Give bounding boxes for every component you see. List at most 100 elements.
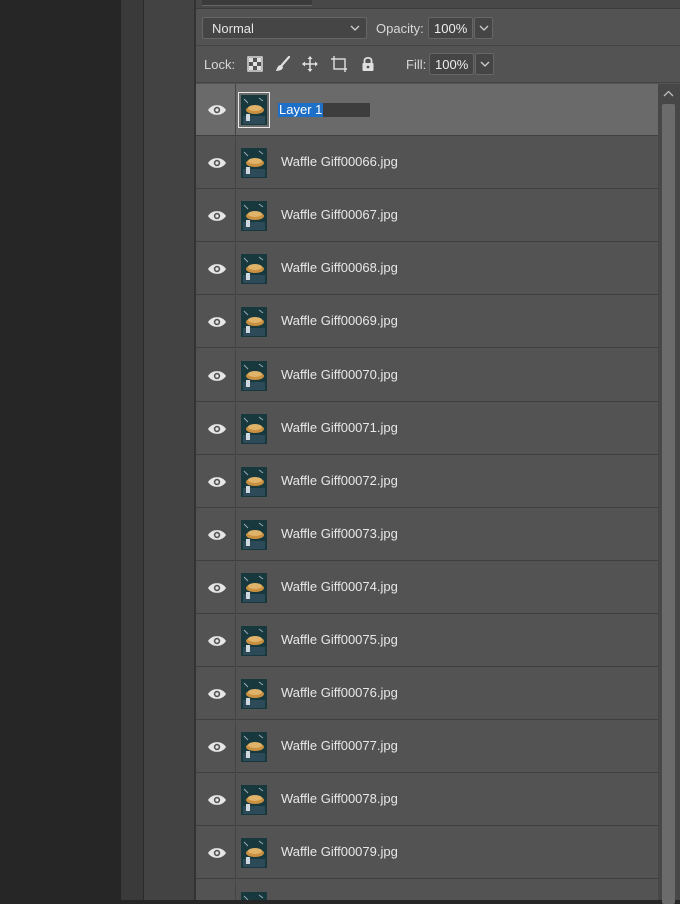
opacity-label: Opacity: <box>376 21 424 36</box>
fill-label: Fill: <box>406 57 427 72</box>
layer-row[interactable]: Waffle Giff00068.jpg <box>196 243 658 295</box>
layer-thumbnail <box>241 626 267 656</box>
layer-name: Waffle Giff00070.jpg <box>281 367 398 382</box>
layer-name: Waffle Giff00071.jpg <box>281 420 398 435</box>
layer-thumbnail <box>241 892 267 900</box>
visibility-eye-icon[interactable] <box>207 475 227 489</box>
layer-row[interactable]: Waffle Giff00079.jpg <box>196 827 658 879</box>
visibility-eye-icon[interactable] <box>207 209 227 223</box>
layer-thumbnail <box>241 467 267 497</box>
visibility-column-divider <box>235 190 236 242</box>
layer-name: Waffle Giff00074.jpg <box>281 579 398 594</box>
layer-thumbnail <box>241 254 267 284</box>
visibility-eye-icon[interactable] <box>207 581 227 595</box>
panel-top-strip <box>196 0 680 9</box>
scroll-up-arrow-icon[interactable] <box>663 90 674 97</box>
visibility-eye-icon[interactable] <box>207 369 227 383</box>
layers-panel: Normal Opacity: 100% Lock: Fill: 100% La… <box>196 0 680 904</box>
layer-thumbnail <box>238 92 270 128</box>
layer-thumbnail <box>241 785 267 815</box>
layer-thumbnail <box>241 361 267 391</box>
fill-dropdown-button[interactable] <box>475 53 494 75</box>
visibility-column-divider <box>235 881 236 900</box>
visibility-eye-icon[interactable] <box>207 422 227 436</box>
layer-row[interactable]: Waffle Giff00073.jpg <box>196 509 658 561</box>
lock-label: Lock: <box>204 57 236 72</box>
layer-thumbnail <box>241 307 267 337</box>
visibility-column-divider <box>235 721 236 773</box>
layer-row[interactable]: Waffle Giff00077.jpg <box>196 721 658 773</box>
layer-row[interactable]: Layer 1 <box>196 84 658 136</box>
move-lock-icon[interactable] <box>301 55 319 73</box>
layer-name[interactable]: Layer 1 <box>278 103 324 117</box>
layer-row[interactable]: Waffle Giff00069.jpg <box>196 296 658 348</box>
layer-row[interactable]: Waffle Giff00076.jpg <box>196 668 658 720</box>
visibility-column-divider <box>235 137 236 189</box>
workspace-background <box>0 0 121 900</box>
layer-row[interactable]: Waffle Giff00075.jpg <box>196 615 658 667</box>
layer-name: Waffle Giff00077.jpg <box>281 738 398 753</box>
layer-thumbnail <box>241 201 267 231</box>
layer-name: Waffle Giff00079.jpg <box>281 844 398 859</box>
layer-name: Waffle Giff00078.jpg <box>281 791 398 806</box>
visibility-eye-icon[interactable] <box>207 156 227 170</box>
paintbrush-lock-icon[interactable] <box>274 55 292 73</box>
opacity-dropdown-button[interactable] <box>474 17 493 39</box>
layer-name: Waffle Giff00072.jpg <box>281 473 398 488</box>
transparency-lock-icon[interactable] <box>246 55 264 73</box>
chevron-down-icon <box>480 61 490 67</box>
layer-name: Waffle Giff00069.jpg <box>281 313 398 328</box>
layer-thumbnail <box>241 732 267 762</box>
visibility-eye-icon[interactable] <box>207 262 227 276</box>
layers-scrollbar[interactable] <box>658 84 680 904</box>
layer-row[interactable] <box>196 881 658 900</box>
layer-row[interactable]: Waffle Giff00066.jpg <box>196 137 658 189</box>
visibility-eye-icon[interactable] <box>207 846 227 860</box>
layer-name: Waffle Giff00075.jpg <box>281 632 398 647</box>
visibility-eye-icon[interactable] <box>207 634 227 648</box>
artboard-lock-icon[interactable] <box>330 55 348 73</box>
blend-mode-value: Normal <box>212 21 254 36</box>
visibility-eye-icon[interactable] <box>207 687 227 701</box>
layer-thumbnail <box>241 148 267 178</box>
visibility-column-divider <box>235 296 236 348</box>
layer-name: Waffle Giff00067.jpg <box>281 207 398 222</box>
padlock-icon[interactable] <box>359 55 377 73</box>
layer-thumbnail <box>241 679 267 709</box>
visibility-column-divider <box>235 774 236 826</box>
layer-row[interactable]: Waffle Giff00071.jpg <box>196 403 658 455</box>
visibility-eye-icon[interactable] <box>207 528 227 542</box>
layer-name: Waffle Giff00068.jpg <box>281 260 398 275</box>
panel-dock-column <box>144 0 196 900</box>
layer-thumbnail <box>241 838 267 868</box>
visibility-column-divider <box>235 350 236 402</box>
layer-row[interactable]: Waffle Giff00078.jpg <box>196 774 658 826</box>
visibility-column-divider <box>235 456 236 508</box>
layer-row[interactable]: Waffle Giff00070.jpg <box>196 350 658 402</box>
layer-name: Waffle Giff00073.jpg <box>281 526 398 541</box>
visibility-column-divider <box>235 615 236 667</box>
layer-row[interactable]: Waffle Giff00072.jpg <box>196 456 658 508</box>
blend-mode-select[interactable]: Normal <box>202 17 367 39</box>
visibility-eye-icon[interactable] <box>207 793 227 807</box>
scrollbar-thumb[interactable] <box>662 104 675 904</box>
opacity-input[interactable]: 100% <box>428 17 473 39</box>
layer-thumbnail <box>241 520 267 550</box>
layer-row[interactable]: Waffle Giff00074.jpg <box>196 562 658 614</box>
layer-row[interactable]: Waffle Giff00067.jpg <box>196 190 658 242</box>
visibility-column-divider <box>235 827 236 879</box>
visibility-column-divider <box>235 562 236 614</box>
panel-dock-strip <box>121 0 144 900</box>
visibility-eye-icon[interactable] <box>207 103 227 117</box>
chevron-down-icon <box>479 25 489 31</box>
layer-name: Waffle Giff00066.jpg <box>281 154 398 169</box>
layer-thumbnail <box>241 414 267 444</box>
panel-tab-fragment[interactable] <box>202 0 312 6</box>
blend-mode-row: Normal Opacity: 100% <box>196 11 680 46</box>
layers-list: Layer 1 Waffle Giff00066.jpg Waffle Giff00… <box>196 84 658 900</box>
visibility-eye-icon[interactable] <box>207 740 227 754</box>
visibility-eye-icon[interactable] <box>207 315 227 329</box>
visibility-column-divider <box>235 84 236 136</box>
lock-row: Lock: Fill: 100% <box>196 46 680 83</box>
fill-input[interactable]: 100% <box>429 53 474 75</box>
